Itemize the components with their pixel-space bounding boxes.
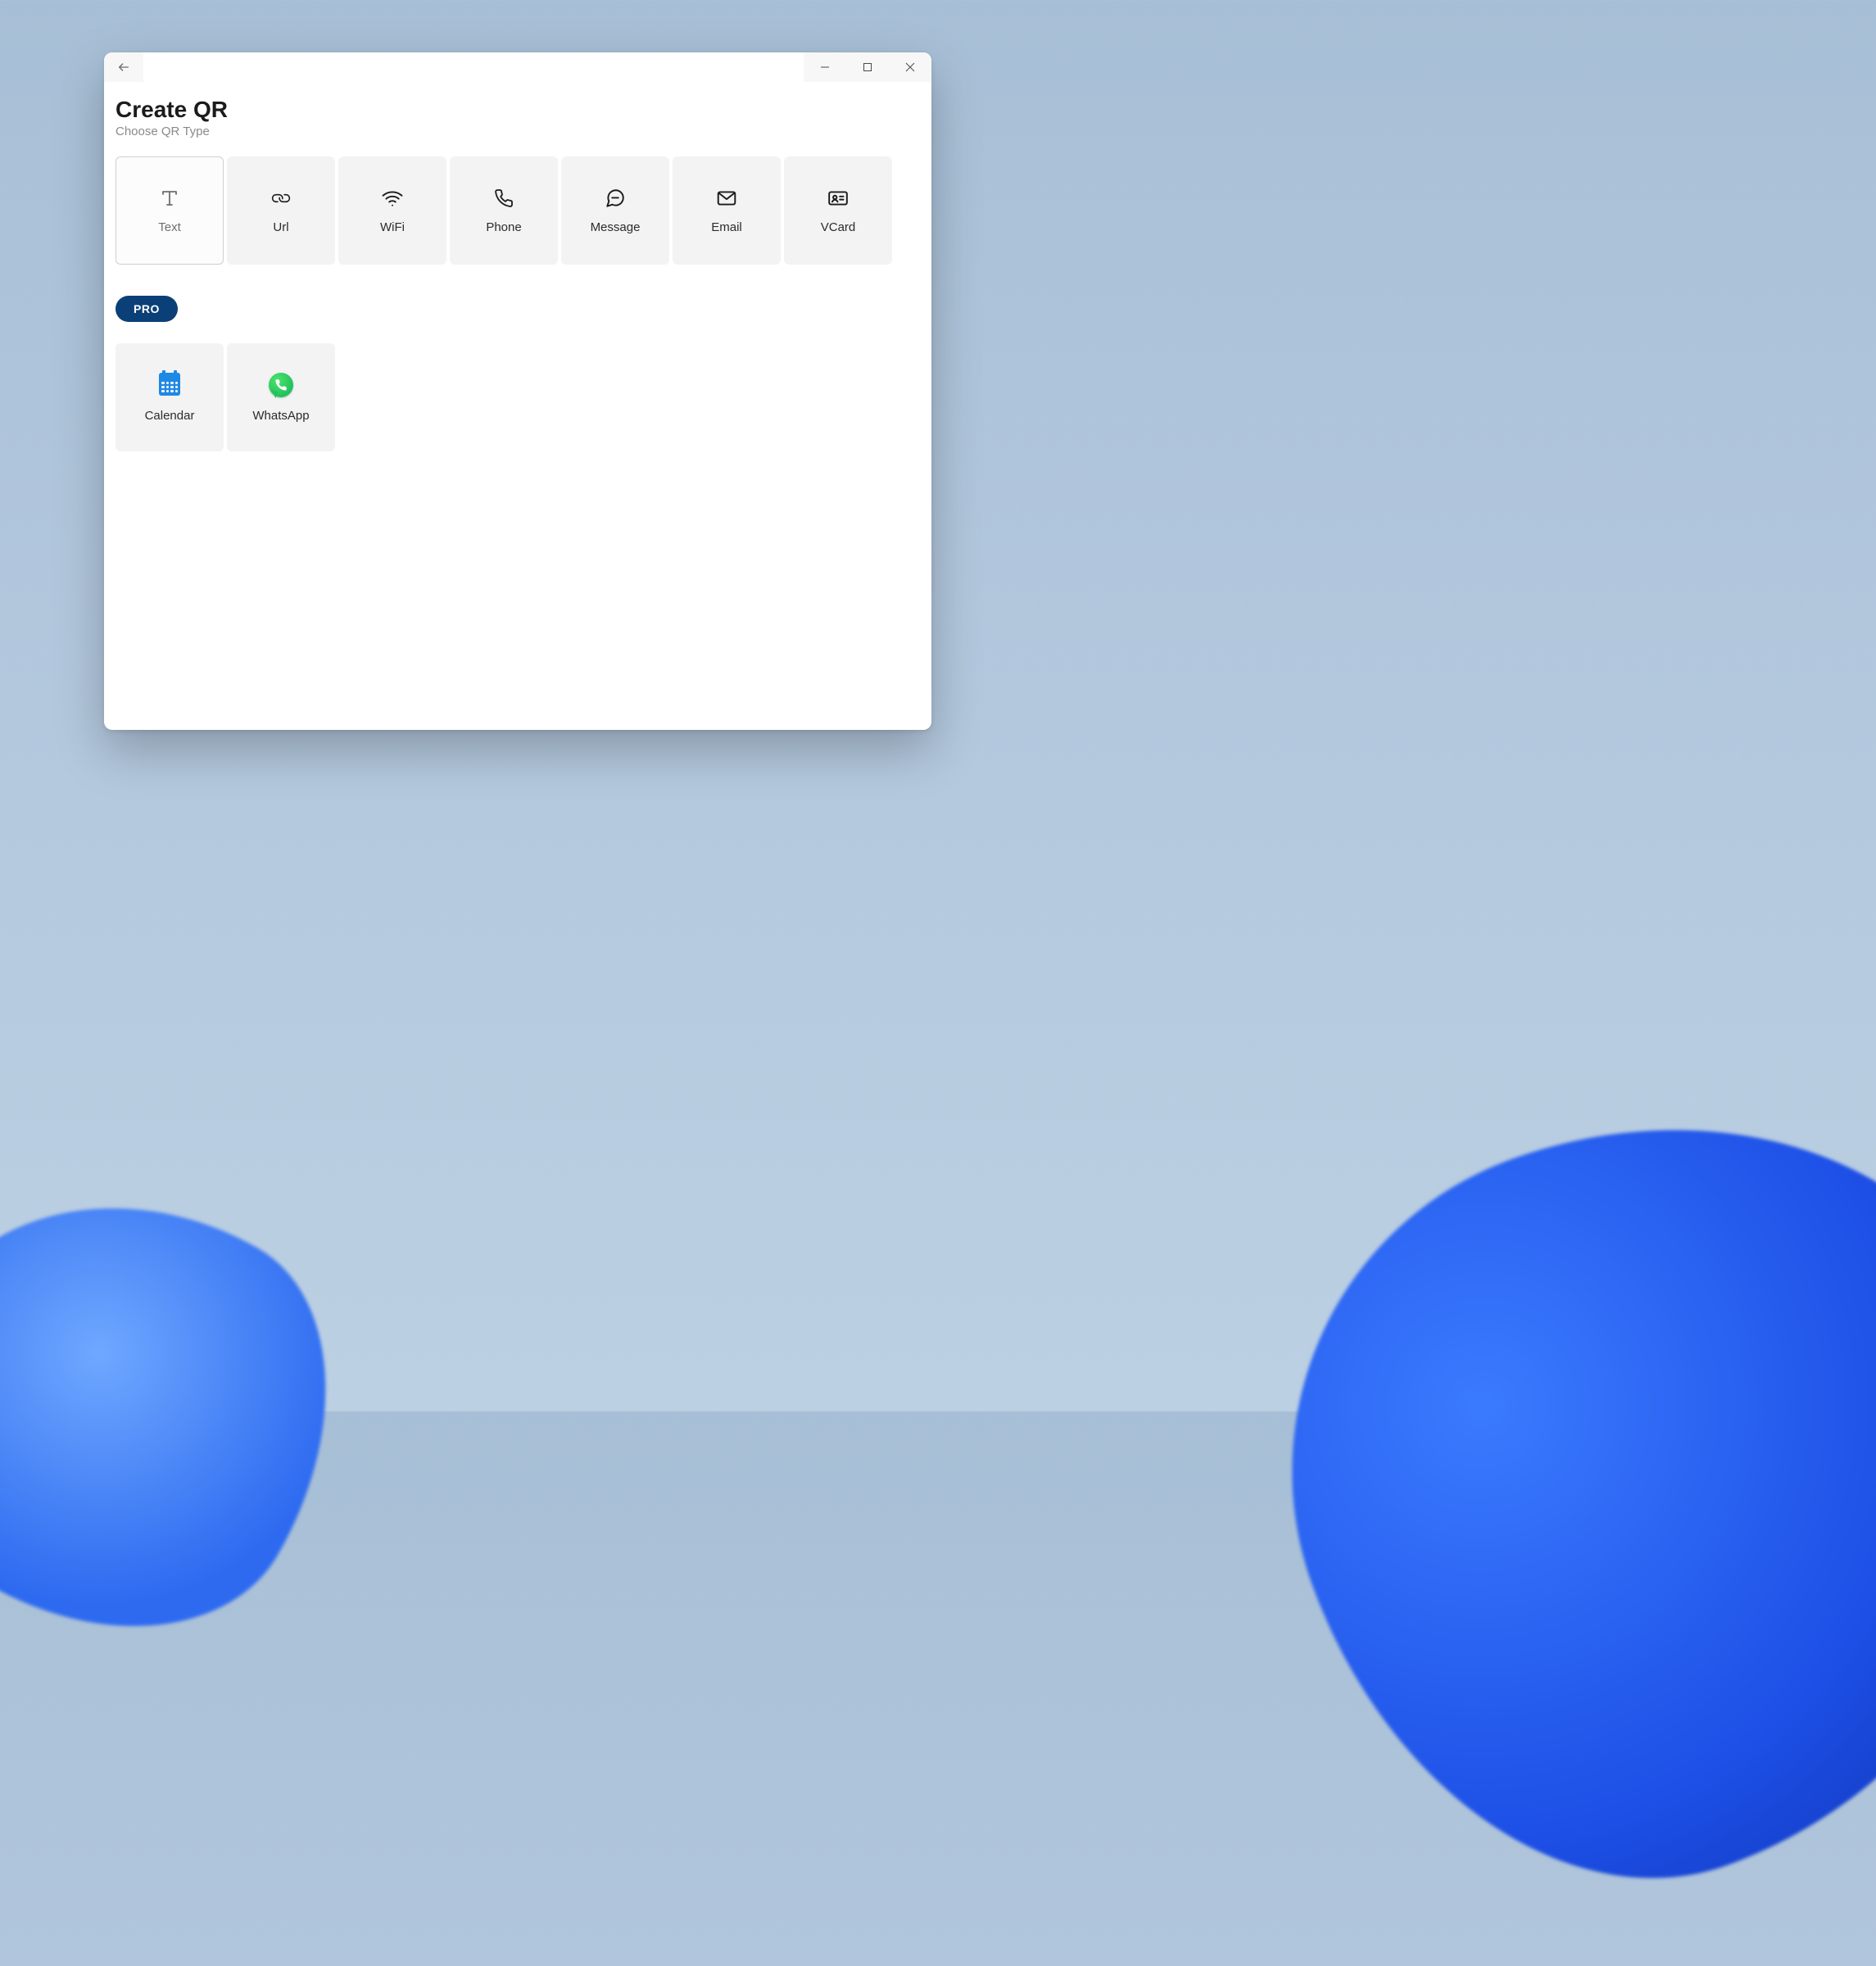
qr-type-wifi[interactable]: WiFi — [338, 156, 446, 265]
whatsapp-icon — [269, 373, 293, 397]
content-area: Create QR Choose QR Type Text Url WiFi — [104, 82, 931, 730]
tile-label: Calendar — [145, 409, 195, 423]
qr-type-text[interactable]: Text — [116, 156, 224, 265]
wallpaper-shape — [1199, 1021, 1876, 1966]
tile-label: Url — [273, 220, 288, 234]
minimize-button[interactable] — [804, 52, 846, 82]
close-button[interactable] — [889, 52, 931, 82]
message-icon — [605, 188, 626, 209]
window-controls — [804, 52, 931, 82]
qr-type-url[interactable]: Url — [227, 156, 335, 265]
tile-label: WhatsApp — [252, 409, 309, 423]
pro-badge[interactable]: PRO — [116, 296, 178, 322]
minimize-icon — [820, 62, 830, 72]
arrow-left-icon — [117, 61, 130, 74]
qr-type-vcard[interactable]: VCard — [784, 156, 892, 265]
tile-label: WiFi — [380, 220, 405, 234]
pro-type-row: Calendar WhatsApp — [116, 343, 920, 451]
qr-type-phone[interactable]: Phone — [450, 156, 558, 265]
qr-type-whatsapp[interactable]: WhatsApp — [227, 343, 335, 451]
wifi-icon — [382, 188, 403, 209]
text-icon — [159, 188, 180, 209]
vcard-icon — [827, 188, 849, 209]
mail-icon — [716, 188, 737, 209]
tile-label: Email — [711, 220, 742, 234]
qr-type-message[interactable]: Message — [561, 156, 669, 265]
tile-label: Text — [158, 220, 181, 234]
close-icon — [905, 62, 915, 72]
page-title: Create QR — [116, 97, 920, 123]
pro-badge-label: PRO — [134, 302, 160, 315]
back-button[interactable] — [104, 52, 143, 82]
qr-type-row: Text Url WiFi Phone — [116, 156, 920, 265]
tile-label: Phone — [486, 220, 521, 234]
link-icon — [270, 188, 292, 209]
phone-icon — [493, 188, 514, 209]
calendar-icon — [157, 373, 182, 397]
tile-label: VCard — [821, 220, 856, 234]
qr-type-calendar[interactable]: Calendar — [116, 343, 224, 451]
titlebar-left — [104, 52, 143, 82]
tile-label: Message — [591, 220, 641, 234]
titlebar — [104, 52, 931, 82]
qr-type-email[interactable]: Email — [673, 156, 781, 265]
maximize-icon — [863, 62, 872, 72]
page-subtitle: Choose QR Type — [116, 125, 920, 138]
app-window: Create QR Choose QR Type Text Url WiFi — [104, 52, 931, 730]
maximize-button[interactable] — [846, 52, 889, 82]
